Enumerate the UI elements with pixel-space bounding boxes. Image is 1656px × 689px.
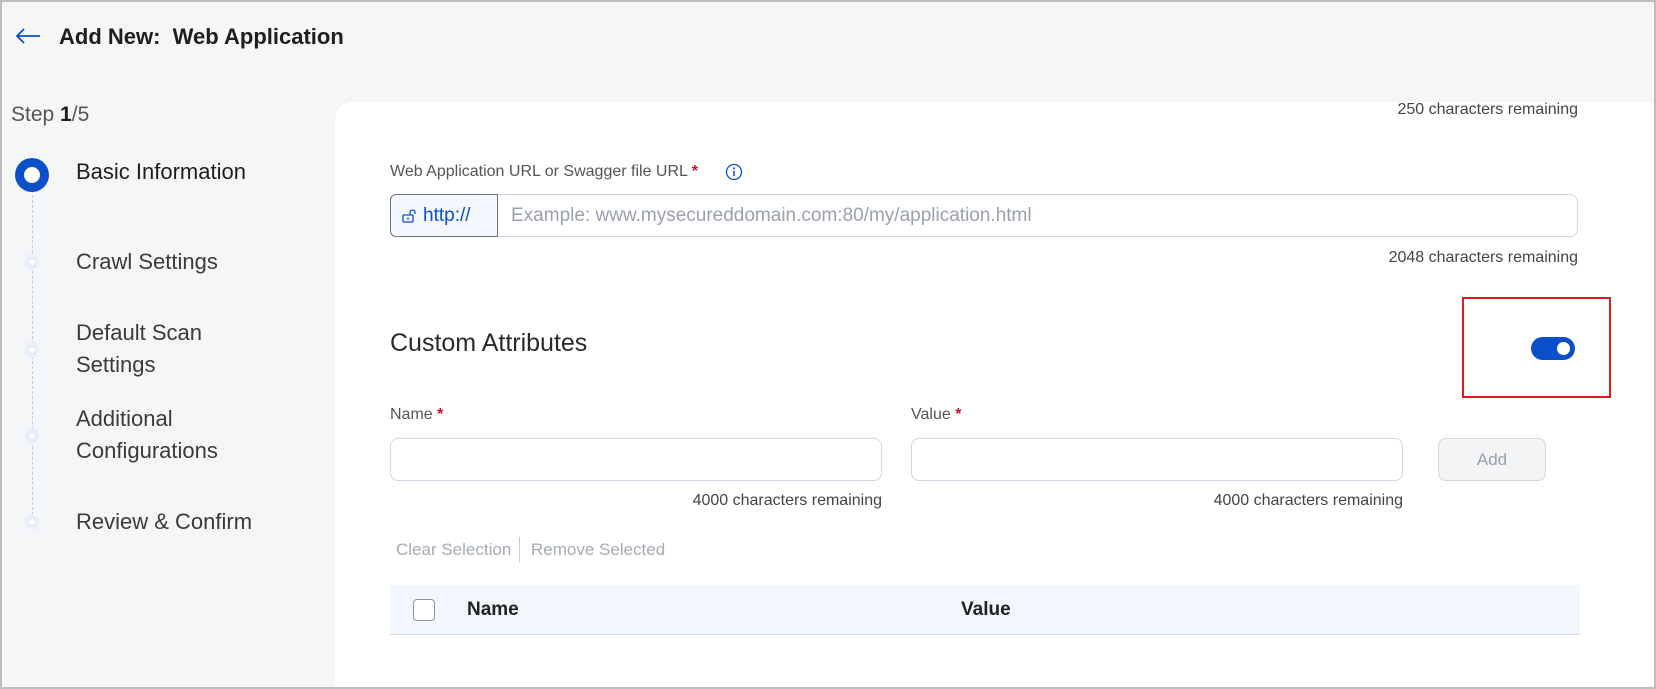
required-marker: * — [691, 163, 699, 180]
custom-attributes-toggle[interactable] — [1531, 337, 1575, 360]
attribute-value-input[interactable] — [911, 438, 1403, 481]
column-header-value[interactable]: Value — [961, 599, 1011, 621]
select-all-checkbox[interactable] — [413, 599, 435, 621]
url-input-group: http:// — [390, 194, 1578, 237]
url-chars-remaining: 2048 characters remaining — [1388, 249, 1578, 266]
name-chars-remaining: 4000 characters remaining — [692, 492, 882, 509]
action-divider — [519, 537, 520, 562]
step-indicator — [24, 254, 40, 270]
step-indicator — [24, 342, 40, 358]
step-default-scan-settings[interactable]: Default Scan Settings — [76, 317, 246, 381]
attribute-name-input[interactable] — [390, 438, 882, 481]
step-counter: Step 1/5 — [11, 103, 90, 126]
attributes-table-header: Name Value — [390, 585, 1580, 635]
page-title: Add New: Web Application — [59, 24, 344, 49]
value-field-label: Value * — [911, 406, 962, 423]
protocol-prefix-label: http:// — [423, 204, 471, 226]
name-field-label: Name * — [390, 406, 444, 423]
chars-remaining-top: 250 characters remaining — [1397, 101, 1578, 118]
step-indicator-active — [15, 158, 49, 192]
step-indicator — [24, 428, 40, 444]
url-field-label: Web Application URL or Swagger file URL … — [390, 163, 699, 180]
back-arrow-icon[interactable] — [14, 22, 42, 50]
current-step-number: 1 — [60, 103, 72, 126]
step-indicator — [24, 514, 40, 530]
value-chars-remaining: 4000 characters remaining — [1213, 492, 1403, 509]
column-header-name[interactable]: Name — [467, 599, 519, 621]
step-review-confirm[interactable]: Review & Confirm — [76, 506, 252, 538]
required-marker: * — [955, 406, 962, 423]
step-additional-configurations[interactable]: Additional Configurations — [76, 403, 266, 467]
step-basic-information[interactable]: Basic Information — [76, 156, 246, 188]
protocol-selector[interactable]: http:// — [390, 194, 498, 237]
unlock-icon — [402, 208, 416, 223]
step-crawl-settings[interactable]: Crawl Settings — [76, 246, 218, 278]
add-attribute-button[interactable]: Add — [1438, 438, 1546, 481]
clear-selection-link[interactable]: Clear Selection — [396, 540, 511, 560]
url-input[interactable] — [499, 195, 1577, 236]
info-icon[interactable] — [725, 163, 743, 181]
required-marker: * — [437, 406, 444, 423]
remove-selected-link[interactable]: Remove Selected — [531, 540, 665, 560]
custom-attributes-title: Custom Attributes — [390, 329, 588, 357]
